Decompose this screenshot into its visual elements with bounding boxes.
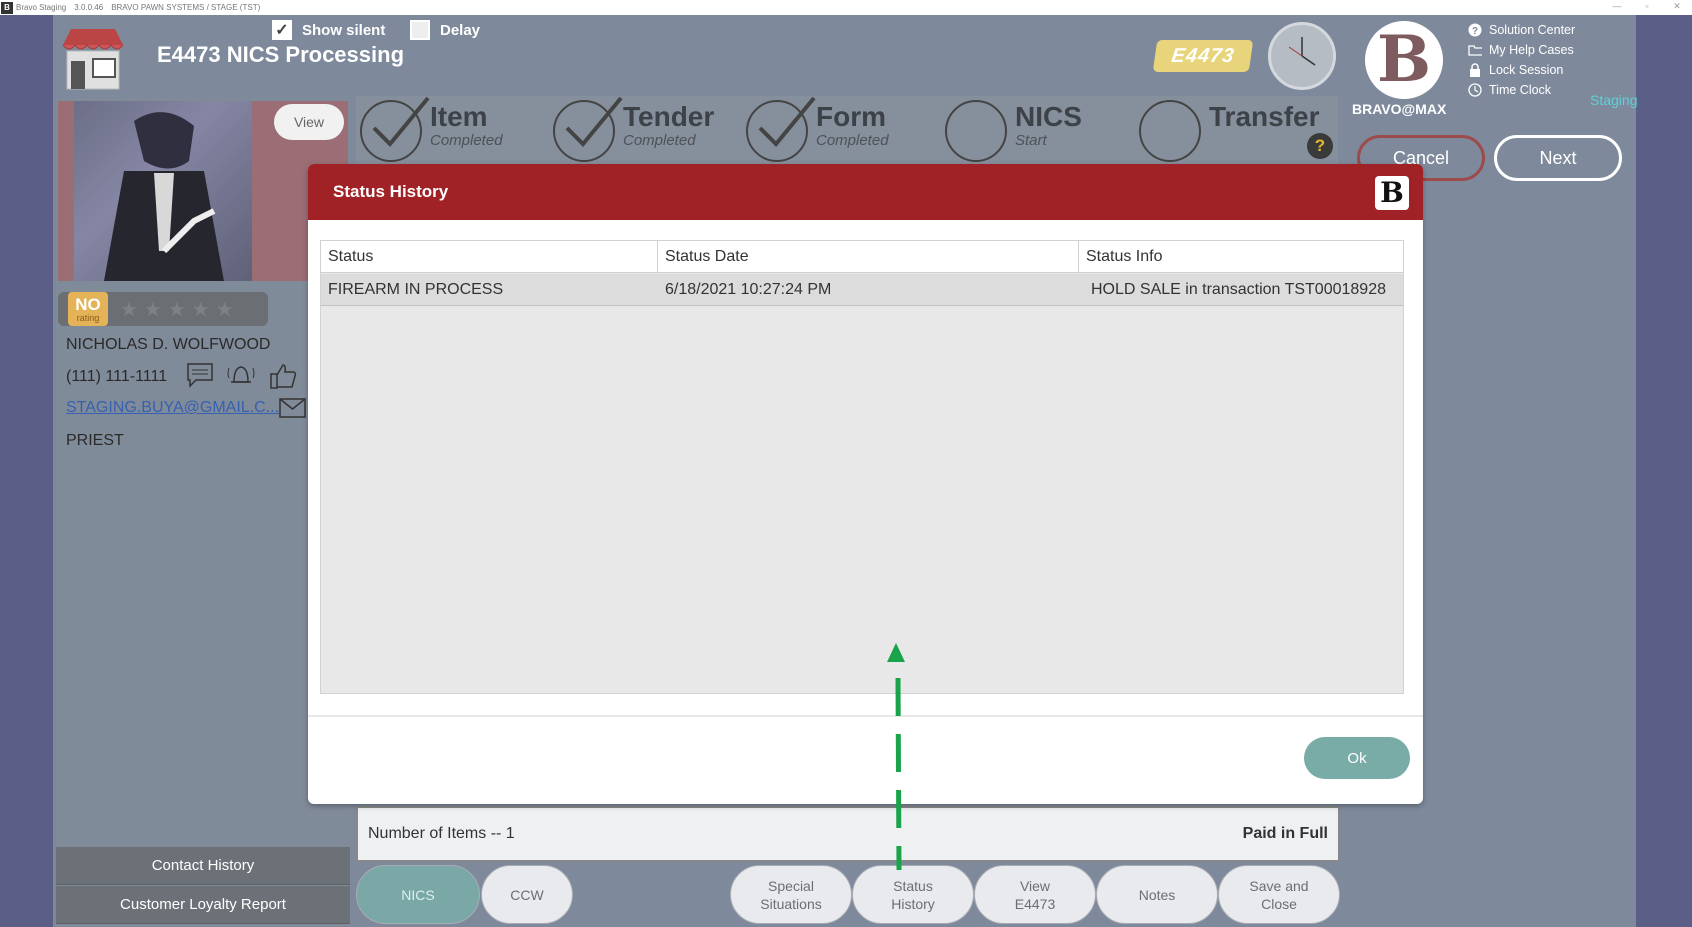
column-header-status-info[interactable]: Status Info [1079,241,1403,273]
right-side-strip [1636,15,1692,927]
cell-status: FIREARM IN PROCESS [328,281,504,298]
customer-email-link[interactable]: STAGING.BUYA@GMAIL.C... [66,399,279,417]
customer-name: NICHOLAS D. WOLFWOOD [66,336,271,353]
close-window-button[interactable]: ✕ [1662,0,1692,15]
solution-center-link[interactable]: ? Solution Center [1468,20,1575,40]
customer-photo-image [74,101,252,281]
environment-label: Staging [1590,92,1638,108]
tab-ccw[interactable]: CCW [481,865,573,924]
customer-phone: (111) 111-1111 [66,368,168,385]
view-photo-button[interactable]: View [274,104,344,140]
my-help-cases-label: My Help Cases [1489,43,1574,57]
page-title: E4473 NICS Processing [157,42,405,67]
cell-status-date: 6/18/2021 10:27:24 PM [665,281,832,298]
contact-icons [186,362,298,390]
delay-checkbox[interactable]: Delay [410,20,480,40]
cell-status-info: HOLD SALE in transaction TST00018928 [1091,281,1386,298]
envelope-icon[interactable] [279,398,306,423]
empty-circle-icon [1139,100,1201,162]
status-history-dialog: Status History B Status Status Date Stat… [308,164,1423,804]
bell-icon[interactable] [226,362,256,390]
payment-status: Paid in Full [1242,825,1328,842]
ok-button[interactable]: Ok [1304,737,1410,779]
checkbox-checked-icon: ✓ [272,20,292,40]
tab-view-e4473[interactable]: View E4473 [974,865,1096,924]
tab-special-situations[interactable]: Special Situations [730,865,852,924]
contact-history-button[interactable]: Contact History [56,847,350,885]
check-circle-icon [553,96,623,162]
time-clock-link[interactable]: Time Clock [1468,80,1575,100]
e4473-badge: E4473 [1152,40,1254,72]
show-silent-checkbox[interactable]: ✓ Show silent [272,20,385,40]
customer-occupation: PRIEST [66,432,124,449]
customer-rating: NO rating ★★★★★ [58,292,268,326]
lock-icon [1468,62,1482,77]
question-circle-icon: ? [1468,23,1482,37]
number-of-items: Number of Items -- 1 [368,825,515,842]
check-circle-icon [746,96,816,162]
help-icon[interactable]: ? [1307,133,1333,159]
chat-icon[interactable] [186,362,214,388]
bravo-logo: B [1365,21,1443,99]
window-controls: — ▫ ✕ [1602,0,1692,15]
time-clock-label: Time Clock [1489,83,1552,97]
store-icon [57,23,129,91]
window-titlebar: B Bravo Staging 3.0.0.46 BRAVO PAWN SYST… [0,0,1692,15]
folder-icon [1468,43,1482,57]
app-version: 3.0.0.46 [74,3,104,12]
no-rating-badge: NO rating [68,292,108,326]
bravo-logo-icon: B [1375,176,1409,210]
delay-label: Delay [440,21,481,39]
minimize-button[interactable]: — [1602,0,1632,15]
step-item: Item Completed [360,96,503,162]
checkbox-empty-icon [410,20,430,40]
step-nics: NICS Start [945,100,1082,162]
table-header: Status Status Date Status Info [321,241,1403,273]
dialog-divider [308,715,1423,717]
customer-loyalty-report-button[interactable]: Customer Loyalty Report [56,886,350,924]
app-logo-icon: B [1,1,13,14]
thumbs-up-icon[interactable] [268,362,298,390]
solution-center-label: Solution Center [1489,23,1576,37]
clock-small-icon [1468,83,1482,97]
transaction-summary: Number of Items -- 1 Paid in Full [356,806,1340,862]
show-silent-label: Show silent [302,21,386,39]
dialog-title: Status History [333,182,449,201]
arrow-up-icon [885,640,915,875]
dialog-header: Status History B [308,164,1423,220]
company-name: BRAVO PAWN SYSTEMS / STAGE (TST) [111,3,261,12]
my-help-cases-link[interactable]: My Help Cases [1468,40,1575,60]
column-header-status[interactable]: Status [321,241,658,273]
header-links: ? Solution Center My Help Cases Lock Ses… [1468,20,1575,100]
next-button[interactable]: Next [1494,135,1622,181]
column-header-status-date[interactable]: Status Date [658,241,1079,273]
current-user: BRAVO@MAX [1352,101,1447,117]
left-side-strip [0,15,53,927]
tab-nics[interactable]: NICS [356,865,480,924]
rating-stars[interactable]: ★★★★★ [120,297,240,322]
empty-circle-icon [945,100,1007,162]
tab-notes[interactable]: Notes [1096,865,1218,924]
lock-session-link[interactable]: Lock Session [1468,60,1575,80]
clock-icon[interactable] [1268,22,1336,90]
status-history-table: Status Status Date Status Info FIREARM I… [320,240,1404,694]
lock-session-label: Lock Session [1489,63,1564,77]
maximize-button[interactable]: ▫ [1632,0,1662,15]
check-circle-icon [360,96,430,162]
svg-text:?: ? [1472,26,1478,37]
table-row[interactable]: FIREARM IN PROCESS 6/18/2021 10:27:24 PM… [321,274,1403,306]
app-name: Bravo Staging [16,3,67,12]
step-tender: Tender Completed [553,96,714,162]
tab-save-and-close[interactable]: Save and Close [1218,865,1340,924]
step-form: Form Completed [746,96,889,162]
step-transfer: Transfer [1139,100,1320,162]
